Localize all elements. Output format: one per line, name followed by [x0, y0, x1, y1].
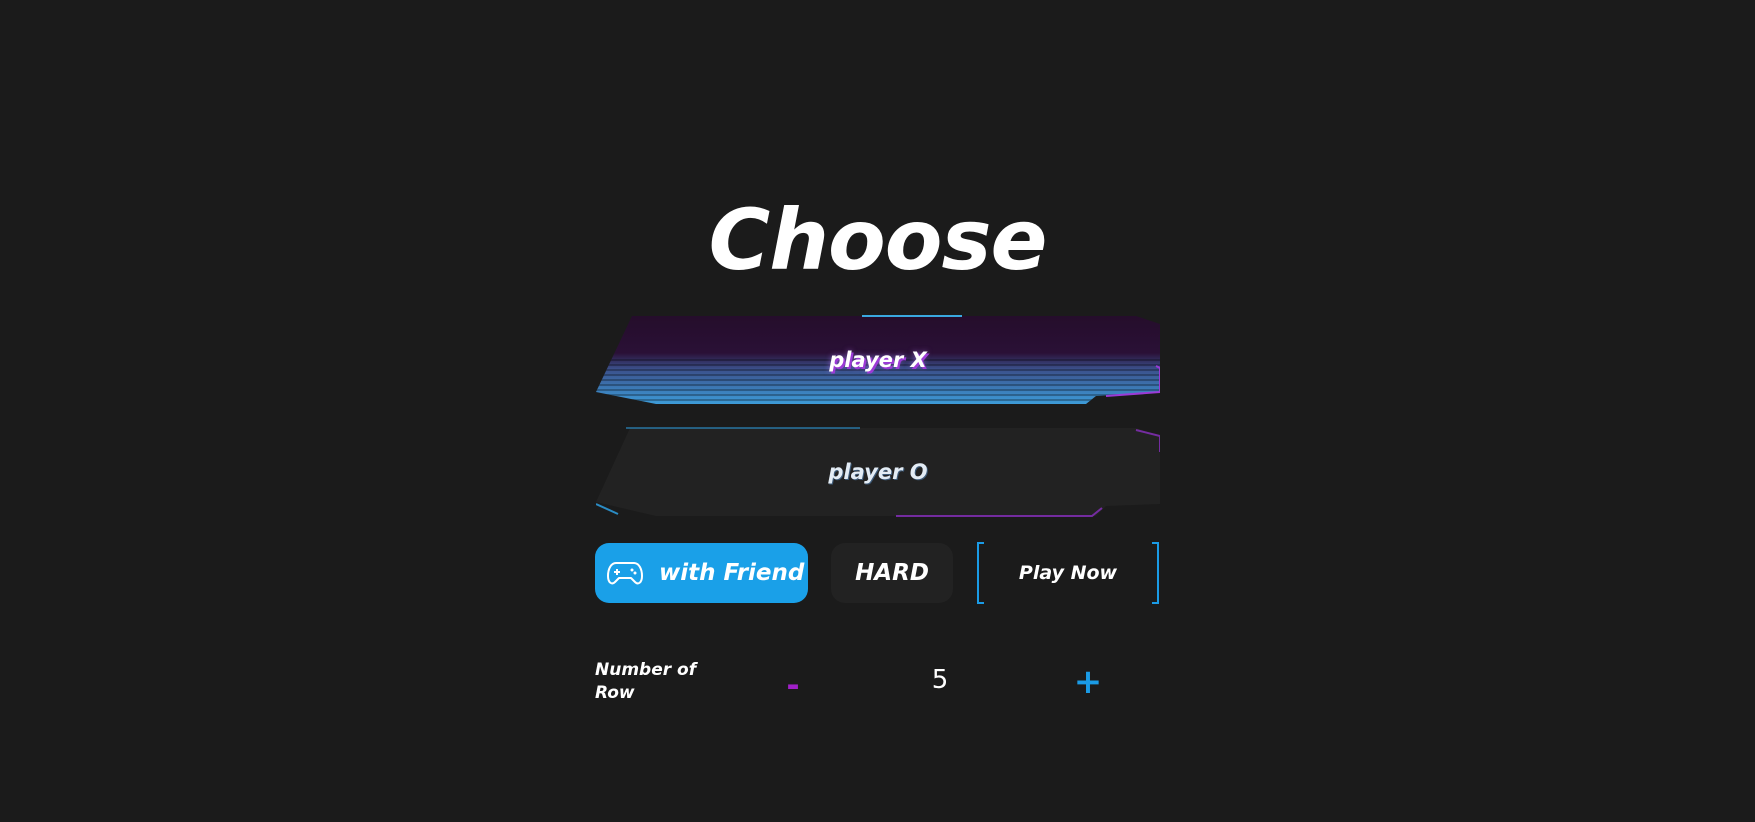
player-x-option[interactable]: player X: [596, 314, 1160, 406]
with-friend-label: with Friend: [659, 560, 805, 586]
row-count-label: Number of Row: [595, 660, 697, 703]
decrease-rows-button[interactable]: -: [776, 660, 810, 710]
player-x-label: player X: [829, 348, 927, 372]
row-count-value: 5: [931, 665, 949, 695]
gamepad-icon: [607, 562, 643, 585]
play-now-label: Play Now: [1018, 562, 1118, 584]
choose-screen: Choose player X player O with Friend HAR…: [0, 0, 1755, 822]
difficulty-button[interactable]: HARD: [831, 543, 953, 603]
with-friend-button[interactable]: with Friend: [595, 543, 808, 603]
page-title: Choose: [708, 191, 1048, 289]
player-o-option[interactable]: player O: [596, 426, 1160, 518]
increase-rows-button[interactable]: +: [1070, 660, 1106, 704]
player-o-label: player O: [828, 460, 928, 484]
play-now-button[interactable]: Play Now: [976, 541, 1160, 605]
